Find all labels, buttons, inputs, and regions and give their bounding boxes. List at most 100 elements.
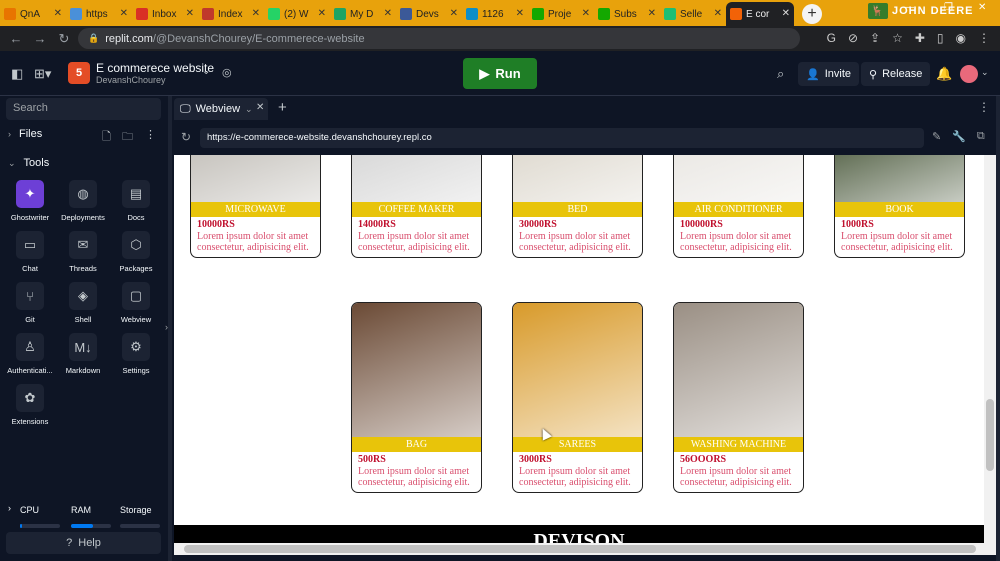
close-tab-icon[interactable]: ✕ xyxy=(256,102,264,113)
tool-settings[interactable]: ⚙ Settings xyxy=(111,333,161,375)
sidebar-search-input[interactable]: Search xyxy=(6,98,161,120)
run-button[interactable]: ▶ Run xyxy=(463,58,537,89)
browser-tab[interactable]: https ✕ xyxy=(66,2,132,26)
address-bar[interactable]: 🔒 replit.com/@DevanshChourey/E-commerece… xyxy=(78,28,800,49)
tool-git[interactable]: ⑂ Git xyxy=(5,282,55,324)
back-icon[interactable]: ← xyxy=(4,31,28,46)
extensions-puzzle-icon[interactable]: ✚ xyxy=(915,31,925,45)
devtools-wrench-icon[interactable]: 🔧 xyxy=(952,130,966,143)
add-tab-icon[interactable]: + xyxy=(278,99,287,116)
search-icon[interactable]: ⌕ xyxy=(777,66,784,82)
product-card[interactable]: BOOK 1000RS Lorem ipsum dolor sit amet con… xyxy=(834,155,965,258)
close-tab-icon[interactable]: ✕ xyxy=(186,8,194,19)
minimize-icon[interactable]: — xyxy=(904,2,914,13)
files-label: Files xyxy=(19,128,43,140)
browser-tab[interactable]: Index ✕ xyxy=(198,2,264,26)
vertical-scrollbar[interactable] xyxy=(984,155,996,543)
browser-tab[interactable]: Subs ✕ xyxy=(594,2,660,26)
tool-packages[interactable]: ⬡ Packages xyxy=(111,231,161,273)
menu-dots-icon[interactable]: ⋮ xyxy=(978,31,990,45)
close-tab-icon[interactable]: ✕ xyxy=(582,8,590,19)
project-owner[interactable]: DevanshChourey xyxy=(96,75,166,85)
horizontal-scrollbar-thumb[interactable] xyxy=(184,545,976,553)
product-card[interactable]: BED 30000RS Lorem ipsum dolor sit amet con… xyxy=(512,155,643,258)
tool-markdown[interactable]: M↓ Markdown xyxy=(58,333,108,375)
maximize-icon[interactable]: ❐ xyxy=(944,2,953,13)
tab-webview[interactable]: 🖵 Webview ⌄ xyxy=(174,98,268,120)
website-viewport[interactable]: DEVISON MICROWAVE 10000RS Lorem ipsum dolo… xyxy=(174,155,984,543)
edit-pencil-icon[interactable]: ✎ xyxy=(932,130,941,143)
close-window-icon[interactable]: ✕ xyxy=(978,2,986,13)
tool-extensions[interactable]: ✿ Extensions xyxy=(5,384,55,426)
webview-reload-icon[interactable]: ↻ xyxy=(181,130,191,144)
product-card[interactable]: WASHING MACHINE 56OOORS Lorem ipsum dolor … xyxy=(673,302,804,493)
sidebar-toggle-icon[interactable]: ◧ xyxy=(11,66,23,82)
new-file-icon[interactable]: 🗋 xyxy=(102,128,111,147)
product-card[interactable]: SAREES 3000RS Lorem ipsum dolor sit amet c… xyxy=(512,302,643,493)
close-tab-icon[interactable]: ✕ xyxy=(318,8,326,19)
close-tab-icon[interactable]: ✕ xyxy=(714,8,722,19)
tool-deployments[interactable]: ◍ Deployments xyxy=(58,180,108,222)
chevron-down-icon[interactable]: ⌄ xyxy=(245,104,253,115)
webview-url-input[interactable]: https://e-commerece-website.devanshchour… xyxy=(200,128,924,148)
browser-tab[interactable]: (2) W ✕ xyxy=(264,2,330,26)
avatar-chevron-icon[interactable]: ⌄ xyxy=(981,67,989,78)
new-folder-icon[interactable]: 🗀 xyxy=(122,128,133,147)
google-icon[interactable]: G xyxy=(827,31,836,45)
tool-chat[interactable]: ▭ Chat xyxy=(5,231,55,273)
avatar[interactable] xyxy=(960,65,978,83)
bookmark-star-icon[interactable]: ☆ xyxy=(892,31,903,45)
chevron-down-icon[interactable]: ⌄ xyxy=(202,66,210,77)
new-tab-button[interactable]: + xyxy=(802,4,822,24)
browser-tab[interactable]: My D ✕ xyxy=(330,2,396,26)
close-tab-icon[interactable]: ✕ xyxy=(54,8,62,19)
help-button[interactable]: ? Help xyxy=(6,532,161,554)
chevron-right-icon[interactable]: › xyxy=(8,503,11,513)
browser-tab[interactable]: Inbox ✕ xyxy=(132,2,198,26)
close-tab-icon[interactable]: ✕ xyxy=(252,8,260,19)
browser-tab[interactable]: Proje ✕ xyxy=(528,2,594,26)
close-tab-icon[interactable]: ✕ xyxy=(782,8,790,19)
close-tab-icon[interactable]: ✕ xyxy=(120,8,128,19)
open-new-tab-icon[interactable]: ⧉ xyxy=(977,130,985,143)
sidebar-collapse-chevron-icon[interactable]: › xyxy=(165,322,168,332)
browser-tab[interactable]: QnA ✕ xyxy=(0,2,66,26)
browser-tab-label: E cor xyxy=(746,8,770,20)
tool-ghostwriter[interactable]: ✦ Ghostwriter xyxy=(5,180,55,222)
project-title[interactable]: E commerece website xyxy=(96,61,214,75)
files-section-toggle[interactable]: › Files xyxy=(8,128,42,140)
share-icon[interactable]: ⇪ xyxy=(870,31,880,45)
horizontal-scrollbar[interactable] xyxy=(174,543,996,555)
browser-tab[interactable]: Selle ✕ xyxy=(660,2,726,26)
close-tab-icon[interactable]: ✕ xyxy=(648,8,656,19)
tool-docs[interactable]: ▤ Docs xyxy=(111,180,161,222)
product-card[interactable]: MICROWAVE 10000RS Lorem ipsum dolor sit am… xyxy=(190,155,321,258)
pane-menu-icon[interactable]: ⋮ xyxy=(978,100,990,114)
tool-threads[interactable]: ✉ Threads xyxy=(58,231,108,273)
product-description: Lorem ipsum dolor sit amet consectetur, … xyxy=(519,231,631,253)
vertical-scrollbar-thumb[interactable] xyxy=(986,399,994,471)
browser-tab[interactable]: E cor ✕ xyxy=(726,2,794,26)
close-tab-icon[interactable]: ✕ xyxy=(516,8,524,19)
tools-section-toggle[interactable]: ⌄ Tools xyxy=(8,157,49,169)
translate-icon[interactable]: ⊘ xyxy=(848,31,858,45)
release-button[interactable]: ⚲ Release xyxy=(861,62,931,86)
product-card[interactable]: BAG 500RS Lorem ipsum dolor sit amet conse… xyxy=(351,302,482,493)
reload-icon[interactable]: ↻ xyxy=(52,31,76,47)
notifications-bell-icon[interactable]: 🔔 xyxy=(936,66,952,82)
product-card[interactable]: AIR CONDITIONER 100000RS Lorem ipsum dolor… xyxy=(673,155,804,258)
close-tab-icon[interactable]: ✕ xyxy=(450,8,458,19)
product-card[interactable]: COFFEE MAKER 14000RS Lorem ipsum dolor sit… xyxy=(351,155,482,258)
close-tab-icon[interactable]: ✕ xyxy=(384,8,392,19)
tool-webview[interactable]: ▢ Webview xyxy=(111,282,161,324)
browser-tab[interactable]: Devs ✕ xyxy=(396,2,462,26)
forward-icon[interactable]: → xyxy=(28,31,52,46)
replit-logo-icon[interactable]: ⊞▾ xyxy=(34,66,51,82)
profile-icon[interactable]: ◉ xyxy=(956,31,966,45)
tool-shell[interactable]: ◈ Shell xyxy=(58,282,108,324)
browser-tab[interactable]: 1126 ✕ xyxy=(462,2,528,26)
files-more-icon[interactable]: ⋮ xyxy=(145,128,156,141)
invite-button[interactable]: 👤 Invite xyxy=(798,62,859,86)
tool-authentication[interactable]: ♙ Authenticati... xyxy=(5,333,55,375)
sidepanel-icon[interactable]: ▯ xyxy=(937,31,944,45)
